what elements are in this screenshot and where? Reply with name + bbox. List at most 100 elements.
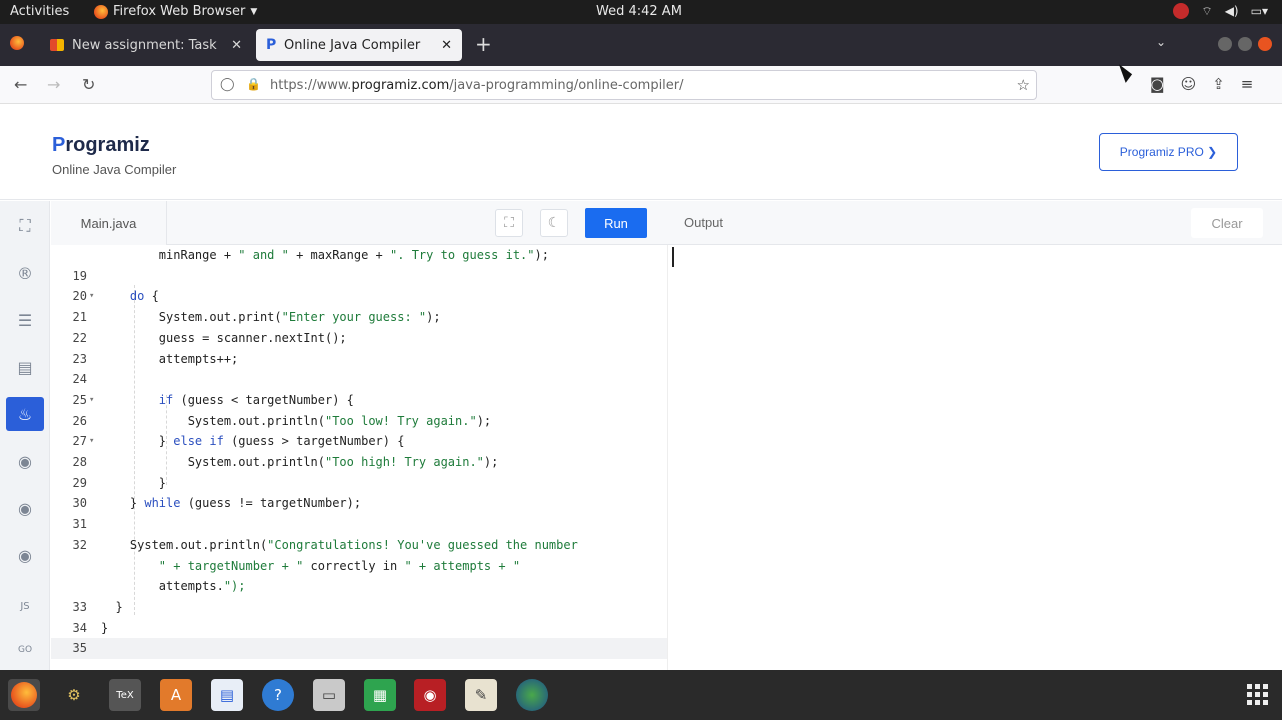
close-icon[interactable]: ✕ [231, 38, 242, 53]
code-editor[interactable]: minRange + " and " + maxRange + ". Try t… [51, 245, 667, 670]
c-icon[interactable]: ◉ [8, 444, 42, 478]
code-line[interactable]: 29 } [51, 473, 667, 494]
extensions-icon[interactable]: ⇪ [1212, 75, 1225, 93]
screen: Activities Firefox Web Browser ▼ Wed 4:4… [0, 0, 1282, 720]
show-applications-icon[interactable] [1247, 684, 1268, 705]
code-line[interactable]: 21 System.out.print("Enter your guess: "… [51, 307, 667, 328]
close-icon[interactable]: ✕ [441, 38, 452, 53]
list-tabs-chevron-icon[interactable]: ⌄ [1156, 35, 1166, 49]
system-top-bar: Activities Firefox Web Browser ▼ Wed 4:4… [0, 0, 1282, 24]
tab-new-assignment[interactable]: New assignment: Task ✕ [40, 29, 252, 61]
programiz-favicon-icon: P [266, 37, 277, 53]
code-line[interactable]: minRange + " and " + maxRange + ". Try t… [51, 245, 667, 266]
code-line[interactable]: 31 [51, 514, 667, 535]
line-number: 33 [72, 599, 87, 614]
go-icon[interactable]: GO [8, 633, 42, 667]
forward-arrow-icon[interactable]: → [47, 75, 60, 94]
code-text: System.out.print("Enter your guess: "); [101, 310, 441, 325]
lock-icon[interactable]: 🔒 [246, 77, 261, 91]
html-icon[interactable]: ▤ [8, 350, 42, 384]
clock[interactable]: Wed 4:42 AM [596, 4, 682, 19]
code-text: attempts."); [101, 579, 246, 594]
maximize-icon[interactable] [1238, 37, 1252, 51]
tab-online-java-compiler[interactable]: P Online Java Compiler ✕ [256, 29, 462, 61]
output-panel[interactable] [667, 245, 1282, 670]
code-text: " + targetNumber + " correctly in " + at… [158, 558, 521, 573]
programiz-pro-button[interactable]: Programiz PRO ❯ [1099, 133, 1238, 171]
code-line[interactable]: 24 [51, 369, 667, 390]
code-line[interactable]: 23 attempts++; [51, 349, 667, 370]
line-number: 35 [72, 641, 87, 656]
app-menu[interactable]: Firefox Web Browser ▼ [94, 4, 257, 19]
code-line[interactable]: " + targetNumber + " correctly in " + at… [51, 556, 667, 577]
back-arrow-icon[interactable]: ← [14, 75, 27, 94]
editor-toolbar: Main.java ⛶ ☾ Run Output Clear [51, 201, 1282, 245]
fullscreen-icon[interactable]: ⛶ [495, 209, 523, 237]
system-tray[interactable]: ⌔ ◀) ▭▾ [1173, 3, 1268, 19]
programiz-logo[interactable]: Programiz [52, 134, 150, 157]
window-close-icon[interactable] [1258, 37, 1272, 51]
code-text: System.out.println("Too high! Try again.… [101, 455, 499, 469]
dock-browser-icon[interactable] [516, 679, 548, 711]
code-line[interactable]: 32 System.out.println("Congratulations! … [51, 535, 667, 556]
account-icon[interactable]: ☺ [1181, 75, 1197, 93]
url-bar[interactable]: ◯ 🔒 https://www.programiz.com/java-progr… [211, 70, 1037, 100]
new-tab-button[interactable]: + [475, 32, 492, 56]
pocket-icon[interactable]: ◙ [1150, 75, 1165, 93]
dock-tex-icon[interactable]: TeX [109, 679, 141, 711]
cpp-icon[interactable]: ◉ [8, 491, 42, 525]
firefox-view-button[interactable] [10, 35, 24, 54]
activities-button[interactable]: Activities [10, 4, 69, 19]
code-line[interactable]: 20 ▾ do { [51, 286, 667, 307]
browser-tab-strip: New assignment: Task ✕ P Online Java Com… [0, 24, 1282, 66]
dock: ⚙ TeX A ▤ ? ▭ ▦ ◉ ✎ [0, 670, 1282, 720]
r-icon[interactable]: ® [8, 256, 42, 290]
site-header: Programiz Online Java Compiler Programiz… [0, 104, 1282, 200]
dock-terminal-icon[interactable]: ▭ [313, 679, 345, 711]
window-controls [1218, 37, 1272, 51]
dock-screen-recorder-icon[interactable]: ◉ [414, 679, 446, 711]
tracking-shield-icon[interactable]: ◯ [220, 77, 235, 92]
code-line[interactable]: 35 [51, 638, 667, 659]
fold-chevron-icon[interactable]: ▾ [89, 390, 94, 411]
dock-document-icon[interactable]: ▤ [211, 679, 243, 711]
code-line[interactable]: 34} [51, 618, 667, 639]
sql-icon[interactable]: ☰ [8, 303, 42, 337]
file-tab-main-java[interactable]: Main.java [51, 201, 167, 245]
browser-nav-bar: ← → ↻ ◯ 🔒 https://www.programiz.com/java… [0, 66, 1282, 104]
menu-icon[interactable]: ≡ [1241, 75, 1254, 93]
csharp-icon[interactable]: ◉ [8, 538, 42, 572]
javascript-icon[interactable]: JS [8, 589, 42, 623]
line-number: 27 [72, 434, 87, 449]
clear-button[interactable]: Clear [1191, 208, 1263, 238]
fold-chevron-icon[interactable]: ▾ [89, 286, 94, 307]
java-icon[interactable]: ♨ [6, 397, 44, 431]
dock-text-editor-icon[interactable]: ✎ [465, 679, 497, 711]
app-name: Firefox Web Browser [113, 4, 246, 19]
dark-mode-moon-icon[interactable]: ☾ [540, 209, 568, 237]
code-text: do { [129, 289, 159, 304]
line-number: 31 [72, 517, 87, 532]
code-line[interactable]: 19 [51, 266, 667, 287]
url-text[interactable]: https://www.programiz.com/java-programmi… [270, 78, 684, 93]
dock-firefox-icon[interactable] [8, 679, 40, 711]
code-line[interactable]: 30 } while (guess != targetNumber); [51, 493, 667, 514]
dock-spreadsheet-icon[interactable]: ▦ [364, 679, 396, 711]
run-button[interactable]: Run [585, 208, 647, 238]
reload-icon[interactable]: ↻ [82, 75, 95, 94]
code-line[interactable]: 28 System.out.println("Too high! Try aga… [51, 452, 667, 473]
python-icon[interactable]: ⛶ [8, 209, 42, 243]
code-line[interactable]: 33 } [51, 597, 667, 618]
bookmark-star-icon[interactable]: ☆ [1017, 76, 1030, 94]
dock-software-icon[interactable]: A [160, 679, 192, 711]
minimize-icon[interactable] [1218, 37, 1232, 51]
code-line[interactable]: 22 guess = scanner.nextInt(); [51, 328, 667, 349]
code-line[interactable]: 26 System.out.println("Too low! Try agai… [51, 411, 667, 432]
dock-files-icon[interactable]: ⚙ [58, 679, 90, 711]
code-text: System.out.println("Congratulations! You… [101, 537, 578, 552]
fold-chevron-icon[interactable]: ▾ [89, 431, 94, 452]
code-line[interactable]: attempts."); [51, 576, 667, 597]
dock-help-icon[interactable]: ? [262, 679, 294, 711]
code-line[interactable]: 25 ▾ if (guess < targetNumber) { [51, 390, 667, 411]
code-line[interactable]: 27 ▾ } else if (guess > targetNumber) { [51, 431, 667, 452]
